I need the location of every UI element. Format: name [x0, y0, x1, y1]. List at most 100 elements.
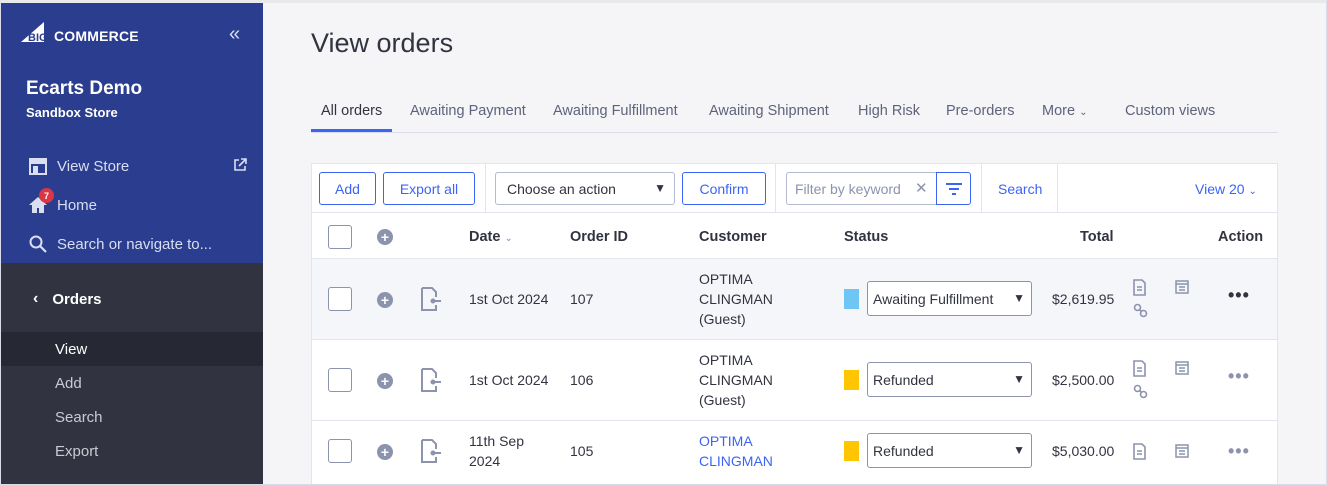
- view-store-label: View Store: [57, 157, 130, 175]
- column-status: Status: [844, 229, 889, 245]
- order-total: $2,500.00: [1052, 372, 1115, 388]
- sidebar-item-add[interactable]: Add: [55, 375, 82, 392]
- status-color-swatch: [844, 289, 859, 309]
- view-count-select[interactable]: View 20 ⌄: [1195, 181, 1257, 197]
- clear-filter-icon[interactable]: ✕: [915, 179, 928, 197]
- filter-icon: [945, 182, 962, 195]
- expand-all-icon[interactable]: +: [377, 229, 393, 245]
- order-document-icon[interactable]: [420, 439, 442, 468]
- status-select[interactable]: Refunded ▼: [867, 362, 1032, 397]
- invoice-icon[interactable]: [1133, 360, 1148, 382]
- status-select[interactable]: Awaiting Fulfillment ▼: [867, 281, 1032, 316]
- tab-more[interactable]: More ⌄: [1042, 103, 1087, 119]
- calendar-icon[interactable]: [1175, 279, 1189, 299]
- status-color-swatch: [844, 370, 859, 390]
- tab-all-orders[interactable]: All orders: [321, 103, 382, 119]
- external-link-icon[interactable]: [233, 158, 247, 177]
- orders-back-link[interactable]: ‹ Orders: [33, 290, 102, 308]
- invoice-icon[interactable]: [1133, 279, 1148, 301]
- customer-link[interactable]: OPTIMA CLINGMAN: [699, 431, 773, 471]
- order-document-icon[interactable]: [420, 287, 442, 316]
- confirm-button[interactable]: Confirm: [682, 172, 766, 205]
- orders-section-title: Orders: [52, 290, 102, 308]
- more-actions-icon[interactable]: •••: [1228, 367, 1250, 385]
- page-title: View orders: [311, 28, 454, 58]
- tab-awaiting-shipment[interactable]: Awaiting Shipment: [709, 103, 829, 119]
- bigcommerce-logo[interactable]: BIG COMMERCE: [18, 20, 139, 44]
- tab-custom-views[interactable]: Custom views: [1125, 103, 1215, 119]
- export-all-button[interactable]: Export all: [383, 172, 475, 205]
- logo-text: COMMERCE: [54, 28, 139, 44]
- row-checkbox[interactable]: [328, 439, 352, 463]
- table-row[interactable]: + 1st Oct 2024 106 OPTIMA CLINGMAN (Guest)…: [312, 340, 1277, 421]
- chevron-left-icon: ‹: [33, 290, 39, 307]
- sidebar-header: BIG COMMERCE « Ecarts Demo Sandbox Store…: [0, 0, 263, 263]
- store-subtitle: Sandbox Store: [26, 105, 118, 120]
- filter-keyword-input[interactable]: Filter by keyword: [786, 172, 936, 205]
- chevron-down-icon: ▼: [654, 181, 666, 195]
- toolbar-divider: [1057, 164, 1058, 212]
- row-checkbox[interactable]: [328, 368, 352, 392]
- column-action: Action: [1218, 229, 1264, 245]
- table-row[interactable]: + 11th Sep 2024 105 OPTIMA CLINGMAN Refund…: [312, 421, 1277, 485]
- home-link[interactable]: Home: [28, 195, 97, 215]
- order-tabs: All orders Awaiting Payment Awaiting Ful…: [311, 95, 1278, 133]
- expand-row-icon[interactable]: +: [377, 292, 393, 308]
- add-button[interactable]: Add: [319, 172, 376, 205]
- filter-options-button[interactable]: [936, 172, 971, 205]
- tab-pre-orders[interactable]: Pre-orders: [946, 103, 1015, 119]
- column-date[interactable]: Date ⌄: [469, 229, 513, 245]
- search-icon: [28, 234, 48, 254]
- calendar-icon[interactable]: [1175, 443, 1189, 463]
- search-navigate-label: Search or navigate to...: [57, 235, 213, 253]
- customer-name: OPTIMA CLINGMAN (Guest): [699, 352, 773, 408]
- status-select[interactable]: Refunded ▼: [867, 433, 1032, 468]
- store-name: Ecarts Demo: [26, 78, 143, 99]
- sidebar: BIG COMMERCE « Ecarts Demo Sandbox Store…: [0, 0, 263, 485]
- calendar-icon[interactable]: [1175, 360, 1189, 380]
- row-checkbox[interactable]: [328, 287, 352, 311]
- order-total: $2,619.95: [1052, 291, 1115, 307]
- column-customer: Customer: [699, 229, 767, 245]
- expand-row-icon[interactable]: +: [377, 444, 393, 460]
- toolbar-divider: [485, 164, 486, 212]
- expand-row-icon[interactable]: +: [377, 373, 393, 389]
- notification-badge: 7: [39, 188, 54, 203]
- order-id: 105: [570, 443, 594, 459]
- status-color-swatch: [844, 441, 859, 461]
- chevron-down-icon: ▼: [1013, 291, 1025, 305]
- sidebar-item-view[interactable]: View: [55, 341, 87, 358]
- table-row[interactable]: + 1st Oct 2024 107 OPTIMA CLINGMAN (Guest)…: [312, 259, 1277, 340]
- more-actions-icon[interactable]: •••: [1228, 442, 1250, 460]
- sidebar-item-export[interactable]: Export: [55, 443, 98, 460]
- order-id: 106: [570, 372, 594, 388]
- collapse-sidebar-icon[interactable]: «: [229, 24, 240, 44]
- active-item-highlight: [0, 332, 263, 366]
- search-button[interactable]: Search: [998, 181, 1042, 197]
- active-tab-indicator: [311, 129, 392, 132]
- column-total: Total: [1080, 229, 1114, 245]
- chevron-down-icon: ▼: [1013, 372, 1025, 386]
- sort-down-icon: ⌄: [504, 233, 513, 244]
- search-navigate-link[interactable]: Search or navigate to...: [28, 234, 212, 254]
- column-order-id: Order ID: [570, 229, 629, 245]
- view-store-link[interactable]: View Store: [28, 156, 129, 176]
- tab-awaiting-payment[interactable]: Awaiting Payment: [410, 103, 526, 119]
- sidebar-item-search[interactable]: Search: [55, 409, 103, 426]
- toolbar-divider: [775, 164, 776, 212]
- more-actions-icon[interactable]: •••: [1228, 286, 1250, 304]
- select-all-checkbox[interactable]: [328, 225, 352, 249]
- chevron-down-icon: ⌄: [1079, 107, 1088, 118]
- chevron-down-icon: ⌄: [1248, 186, 1257, 197]
- tab-awaiting-fulfillment[interactable]: Awaiting Fulfillment: [553, 103, 678, 119]
- order-date: 1st Oct 2024: [469, 372, 549, 388]
- link-icon[interactable]: [1133, 384, 1148, 404]
- bulk-action-select[interactable]: Choose an action ▼: [495, 172, 675, 205]
- tab-high-risk[interactable]: High Risk: [858, 103, 920, 119]
- order-date: 11th Sep 2024: [469, 433, 525, 469]
- link-icon[interactable]: [1133, 303, 1148, 323]
- invoice-icon[interactable]: [1133, 443, 1148, 465]
- home-label: Home: [57, 196, 98, 214]
- order-total: $5,030.00: [1052, 443, 1115, 459]
- order-document-icon[interactable]: [420, 368, 442, 397]
